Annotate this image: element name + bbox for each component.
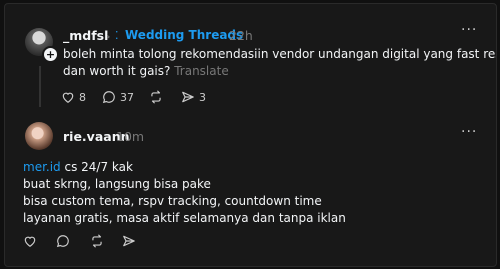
topic-dots-icon: ⁚: [115, 29, 119, 42]
repost-button[interactable]: [149, 90, 163, 104]
thread-card: + _mdfsl › ⁚ Wedding Threads 22h ··· bol…: [4, 3, 497, 267]
share-count: 3: [199, 90, 206, 104]
more-options-icon[interactable]: ···: [461, 124, 477, 140]
repost-icon: [92, 234, 102, 248]
more-options-icon[interactable]: ···: [461, 22, 477, 38]
post-text-line: dan worth it gais? Translate: [63, 63, 229, 80]
comment-icon: [56, 235, 69, 248]
send-icon: [182, 91, 194, 103]
post-text: cs 24/7 kak: [60, 160, 133, 174]
follow-plus-icon[interactable]: +: [42, 46, 59, 63]
like-button[interactable]: 8: [61, 90, 86, 104]
reply-count: 37: [120, 90, 134, 104]
post-timestamp: 22h: [229, 28, 253, 43]
heart-icon: [62, 92, 74, 103]
post-text-line: layanan gratis, masa aktif selamanya dan…: [23, 211, 346, 225]
post-text: dan worth it gais?: [63, 64, 171, 78]
chevron-right-icon: ›: [106, 30, 111, 43]
repost-button[interactable]: [90, 234, 104, 248]
share-button[interactable]: [122, 234, 136, 248]
send-icon: [123, 235, 135, 247]
share-button[interactable]: 3: [181, 90, 206, 104]
post-text-line: buat skrng, langsung bisa pake: [23, 177, 211, 191]
post-timestamp: 10m: [116, 129, 145, 144]
thread-connector-line: [39, 66, 41, 107]
avatar[interactable]: [25, 122, 53, 150]
topic-link[interactable]: Wedding Threads: [125, 28, 243, 42]
mention-link[interactable]: mer.id: [23, 160, 61, 174]
translate-link[interactable]: Translate: [174, 64, 229, 78]
heart-icon: [24, 236, 36, 247]
post-username[interactable]: _mdfsl: [63, 28, 108, 43]
comment-icon: [102, 91, 115, 104]
repost-icon: [151, 90, 161, 104]
post-text-line: boleh minta tolong rekomendasiin vendor …: [63, 47, 497, 61]
like-button[interactable]: [23, 234, 37, 248]
post-text-line: mer.id cs 24/7 kak: [23, 159, 133, 176]
reply-button[interactable]: [56, 234, 70, 248]
post-text-line: bisa custom tema, rspv tracking, countdo…: [23, 194, 322, 208]
reply-button[interactable]: 37: [102, 90, 134, 104]
like-count: 8: [79, 90, 86, 104]
